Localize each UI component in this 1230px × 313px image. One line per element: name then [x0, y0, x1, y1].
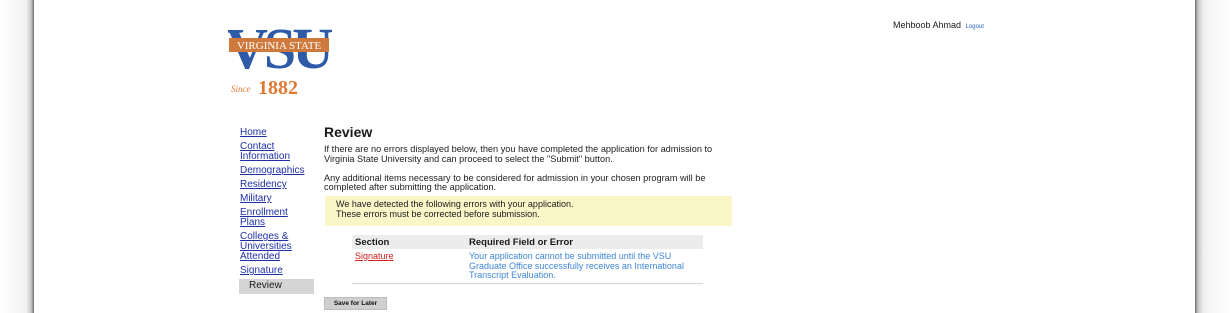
page-title: Review — [324, 124, 373, 140]
sidebar-item-contact-information[interactable]: Contact Information — [240, 142, 314, 166]
logo-banner-text: VIRGINIA STATE — [237, 40, 322, 52]
warning-line-2: These errors must be corrected before su… — [336, 208, 540, 219]
table-row: Signature Your application cannot be sub… — [352, 249, 703, 284]
sidebar-item-signature[interactable]: Signature — [240, 266, 314, 280]
sidebar-item-demographics[interactable]: Demographics — [240, 166, 314, 180]
error-section-link[interactable]: Signature — [355, 251, 394, 261]
error-warning-box: We have detected the following errors wi… — [325, 196, 732, 226]
sidebar-item-residency[interactable]: Residency — [240, 180, 314, 194]
sidebar-item-enrollment-plans[interactable]: Enrollment Plans — [240, 208, 314, 232]
sidebar-item-colleges-attended[interactable]: Colleges & Universities Attended — [240, 232, 314, 266]
additional-items-text: Any additional items necessary to be con… — [324, 172, 706, 193]
table-cell-section: Signature — [352, 249, 466, 284]
table-header-row: Section Required Field or Error — [352, 235, 703, 249]
window-frame-right — [1195, 0, 1230, 313]
sidebar-nav: Home Contact Information Demographics Re… — [239, 128, 314, 294]
sidebar-item-military[interactable]: Military — [240, 194, 314, 208]
table-cell-error: Your application cannot be submitted unt… — [466, 249, 703, 284]
user-area: Mehboob Ahmad Logout — [893, 20, 984, 30]
vsu-logo[interactable]: VSU VIRGINIA STATE Since 1882 — [228, 12, 332, 98]
user-name: Mehboob Ahmad — [893, 20, 962, 30]
sidebar-item-review[interactable]: Review — [239, 279, 314, 294]
logo-since-word: Since — [231, 84, 251, 94]
save-for-later-button[interactable]: Save for Later — [324, 297, 387, 310]
sidebar-item-home[interactable]: Home — [240, 128, 314, 142]
window-frame-left — [0, 0, 34, 313]
column-header-error: Required Field or Error — [466, 235, 703, 249]
vsu-logo-graphic: VSU VIRGINIA STATE Since 1882 — [228, 16, 332, 98]
review-content: Review If there are no errors displayed … — [324, 124, 734, 193]
logout-link[interactable]: Logout — [966, 24, 984, 30]
logo-since-year: 1882 — [258, 77, 298, 98]
column-header-section: Section — [352, 235, 466, 249]
errors-table: Section Required Field or Error Signatur… — [352, 235, 703, 284]
intro-text: If there are no errors displayed below, … — [324, 144, 713, 164]
